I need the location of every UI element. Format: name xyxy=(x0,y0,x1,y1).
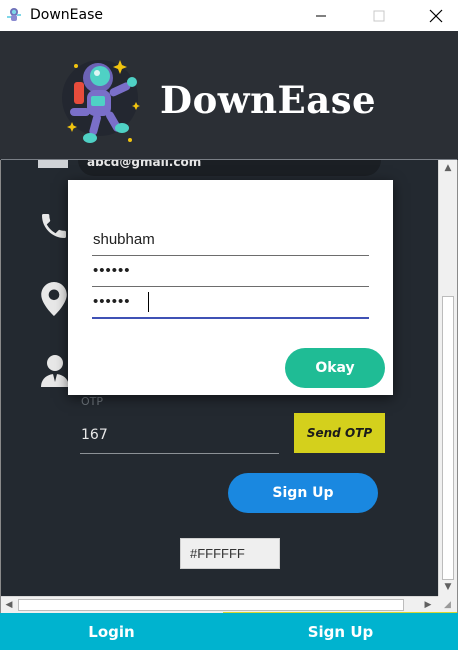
send-otp-button[interactable]: Send OTP xyxy=(294,413,385,453)
app-icon xyxy=(7,8,21,21)
resize-grip-icon[interactable]: ◢ xyxy=(444,600,451,610)
password-value: •••••• xyxy=(93,262,131,279)
otp-underline xyxy=(80,453,279,454)
title-bar: DownEase xyxy=(0,0,458,31)
mail-icon xyxy=(38,160,68,168)
text-caret xyxy=(148,292,149,312)
logo-text: DownEase xyxy=(160,78,377,122)
okay-button[interactable]: Okay xyxy=(285,348,385,388)
credentials-dialog: shubham •••••• •••••• Okay xyxy=(68,180,393,395)
username-underline xyxy=(92,255,369,256)
otp-input[interactable]: 167 xyxy=(81,427,108,443)
otp-label: OTP xyxy=(81,395,104,408)
astronaut-icon xyxy=(62,60,140,143)
window-title: DownEase xyxy=(30,7,104,23)
minimize-button[interactable] xyxy=(298,0,344,31)
bottom-tab-bar: Login Sign Up xyxy=(0,613,458,650)
username-value: shubham xyxy=(93,231,155,248)
scrollbar-corner: ◢ xyxy=(438,596,457,613)
confirm-password-underline xyxy=(92,317,369,319)
scroll-down-icon[interactable]: ▼ xyxy=(443,582,453,592)
close-button[interactable] xyxy=(413,0,458,31)
password-underline xyxy=(92,286,369,287)
tab-login[interactable]: Login xyxy=(0,613,223,650)
horizontal-scrollbar[interactable]: ◀ ▶ xyxy=(1,596,438,613)
vertical-scrollbar[interactable]: ▲ ▼ xyxy=(438,160,457,596)
horizontal-scroll-thumb[interactable] xyxy=(18,599,404,611)
close-icon xyxy=(429,9,443,22)
scroll-up-icon[interactable]: ▲ xyxy=(443,163,453,173)
minimize-icon xyxy=(316,15,326,16)
vertical-scroll-thumb[interactable] xyxy=(442,296,454,580)
confirm-password-value: •••••• xyxy=(93,293,131,310)
maximize-button[interactable] xyxy=(356,0,402,31)
signup-button[interactable]: Sign Up xyxy=(228,473,378,513)
username-field[interactable]: shubham xyxy=(92,230,369,257)
maximize-icon xyxy=(373,10,385,21)
tab-signup[interactable]: Sign Up xyxy=(223,613,458,650)
scroll-right-icon[interactable]: ▶ xyxy=(423,600,433,610)
confirm-password-field[interactable]: •••••• xyxy=(92,292,369,319)
phone-icon xyxy=(42,214,66,238)
user-icon xyxy=(41,355,69,387)
color-value-field[interactable]: #FFFFFF xyxy=(180,538,280,569)
email-value: abcd@gmail.com xyxy=(87,160,202,169)
location-pin-icon xyxy=(41,282,67,316)
password-field[interactable]: •••••• xyxy=(92,261,369,288)
scroll-left-icon[interactable]: ◀ xyxy=(4,600,14,610)
